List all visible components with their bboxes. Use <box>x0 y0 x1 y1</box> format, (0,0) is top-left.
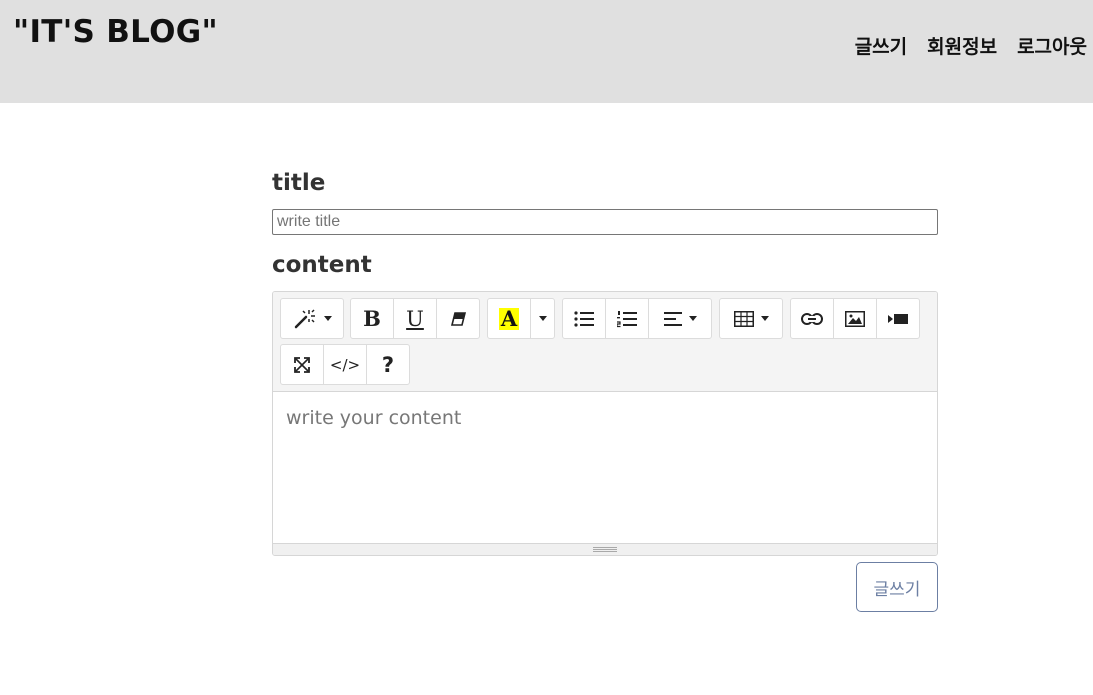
magic-icon <box>294 308 315 328</box>
video-icon <box>888 313 908 324</box>
content-editable-area[interactable]: write your content <box>273 393 937 543</box>
chevron-down-icon <box>538 316 547 321</box>
header: "IT'S BLOG" 글쓰기 회원정보 로그아웃 <box>0 0 1093 103</box>
submit-post-button[interactable]: 글쓰기 <box>856 562 938 612</box>
chevron-down-icon <box>323 316 332 321</box>
unordered-list-button[interactable] <box>562 298 606 339</box>
editor-toolbar: B U A </> ? <box>273 292 937 392</box>
help-button[interactable]: ? <box>366 344 410 385</box>
video-button[interactable] <box>876 298 920 339</box>
bold-button[interactable]: B <box>350 298 394 339</box>
fullscreen-button[interactable] <box>280 344 324 385</box>
view-group: </> ? <box>280 344 410 385</box>
style-dropdown-button[interactable] <box>280 298 344 339</box>
grip-icon <box>593 547 617 552</box>
align-dropdown-button[interactable] <box>648 298 712 339</box>
top-nav: 글쓰기 회원정보 로그아웃 <box>855 32 1087 59</box>
site-brand[interactable]: "IT'S BLOG" <box>13 14 218 50</box>
font-group: B U <box>350 298 480 339</box>
style-group <box>280 298 344 339</box>
chevron-down-icon <box>760 316 769 321</box>
table-group <box>719 298 783 339</box>
title-label: title <box>272 170 326 196</box>
codeview-button[interactable]: </> <box>323 344 367 385</box>
ordered-list-button[interactable] <box>605 298 649 339</box>
underline-button[interactable]: U <box>393 298 437 339</box>
content-placeholder: write your content <box>286 407 462 429</box>
unordered-list-icon <box>574 310 594 327</box>
nav-member-info-link[interactable]: 회원정보 <box>927 32 997 59</box>
paragraph-group <box>562 298 712 339</box>
content-label: content <box>272 252 372 278</box>
table-icon <box>733 310 754 327</box>
link-icon <box>801 312 823 325</box>
fullscreen-icon <box>294 356 310 373</box>
color-group: A <box>487 298 555 339</box>
chevron-down-icon <box>688 316 697 321</box>
font-color-dropdown-button[interactable] <box>530 298 555 339</box>
rich-text-editor: B U A </> ? write your content <box>272 291 938 556</box>
align-icon <box>663 311 682 326</box>
editor-resize-handle[interactable] <box>273 543 937 555</box>
picture-icon <box>845 310 865 327</box>
insert-group <box>790 298 920 339</box>
codeview-icon: </> <box>329 355 361 374</box>
bold-icon: B <box>363 306 381 331</box>
font-color-icon: A <box>498 305 520 331</box>
font-color-button[interactable]: A <box>487 298 531 339</box>
ordered-list-icon <box>617 310 637 327</box>
nav-write-link[interactable]: 글쓰기 <box>855 32 907 59</box>
eraser-icon <box>450 311 467 326</box>
link-button[interactable] <box>790 298 834 339</box>
picture-button[interactable] <box>833 298 877 339</box>
title-input[interactable] <box>272 209 938 235</box>
help-icon: ? <box>381 352 395 377</box>
table-dropdown-button[interactable] <box>719 298 783 339</box>
nav-logout-link[interactable]: 로그아웃 <box>1017 32 1087 59</box>
clear-format-button[interactable] <box>436 298 480 339</box>
underline-icon: U <box>406 306 424 331</box>
